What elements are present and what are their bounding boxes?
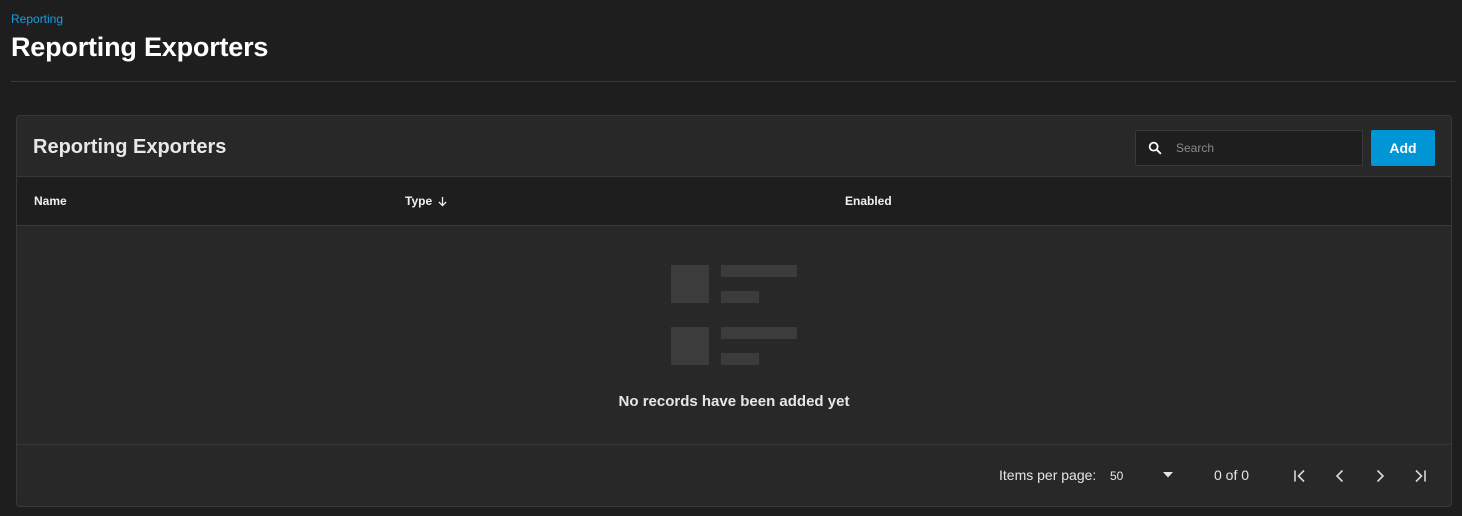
add-button[interactable]: Add bbox=[1371, 130, 1435, 166]
search-icon bbox=[1148, 141, 1162, 155]
items-per-page-label: Items per page: bbox=[999, 467, 1097, 483]
breadcrumb[interactable]: Reporting bbox=[11, 12, 63, 26]
arrow-down-icon bbox=[438, 196, 447, 207]
chevron-left-icon bbox=[1335, 469, 1344, 483]
first-page-button[interactable] bbox=[1285, 461, 1315, 491]
chevron-down-icon bbox=[1163, 472, 1173, 478]
empty-list-icon bbox=[671, 265, 797, 365]
search-input[interactable] bbox=[1176, 131, 1356, 165]
column-header-label: Type bbox=[405, 194, 433, 208]
empty-state: No records have been added yet bbox=[17, 227, 1451, 444]
next-page-button[interactable] bbox=[1365, 461, 1395, 491]
first-page-icon bbox=[1294, 469, 1305, 483]
column-header-name[interactable]: Name bbox=[34, 194, 67, 208]
column-header-label: Name bbox=[34, 194, 67, 208]
table-header: Name Type Enabled bbox=[17, 176, 1451, 226]
column-header-enabled[interactable]: Enabled bbox=[845, 194, 892, 208]
items-per-page-select[interactable]: 50 bbox=[1107, 459, 1179, 491]
exporters-card: Reporting Exporters Add Name Type Enable… bbox=[16, 115, 1452, 507]
range-label: 0 of 0 bbox=[1214, 467, 1250, 483]
chevron-right-icon bbox=[1376, 469, 1385, 483]
column-header-type[interactable]: Type bbox=[405, 194, 448, 208]
previous-page-button[interactable] bbox=[1325, 461, 1355, 491]
last-page-icon bbox=[1415, 469, 1426, 483]
page-title: Reporting Exporters bbox=[11, 32, 269, 62]
search-box[interactable] bbox=[1135, 130, 1363, 166]
column-header-label: Enabled bbox=[845, 194, 892, 208]
items-per-page-value: 50 bbox=[1110, 469, 1124, 483]
last-page-button[interactable] bbox=[1405, 461, 1435, 491]
paginator: Items per page: 50 0 of 0 bbox=[17, 445, 1451, 506]
card-title: Reporting Exporters bbox=[33, 136, 227, 158]
header-divider bbox=[11, 81, 1456, 82]
empty-message: No records have been added yet bbox=[618, 393, 850, 410]
